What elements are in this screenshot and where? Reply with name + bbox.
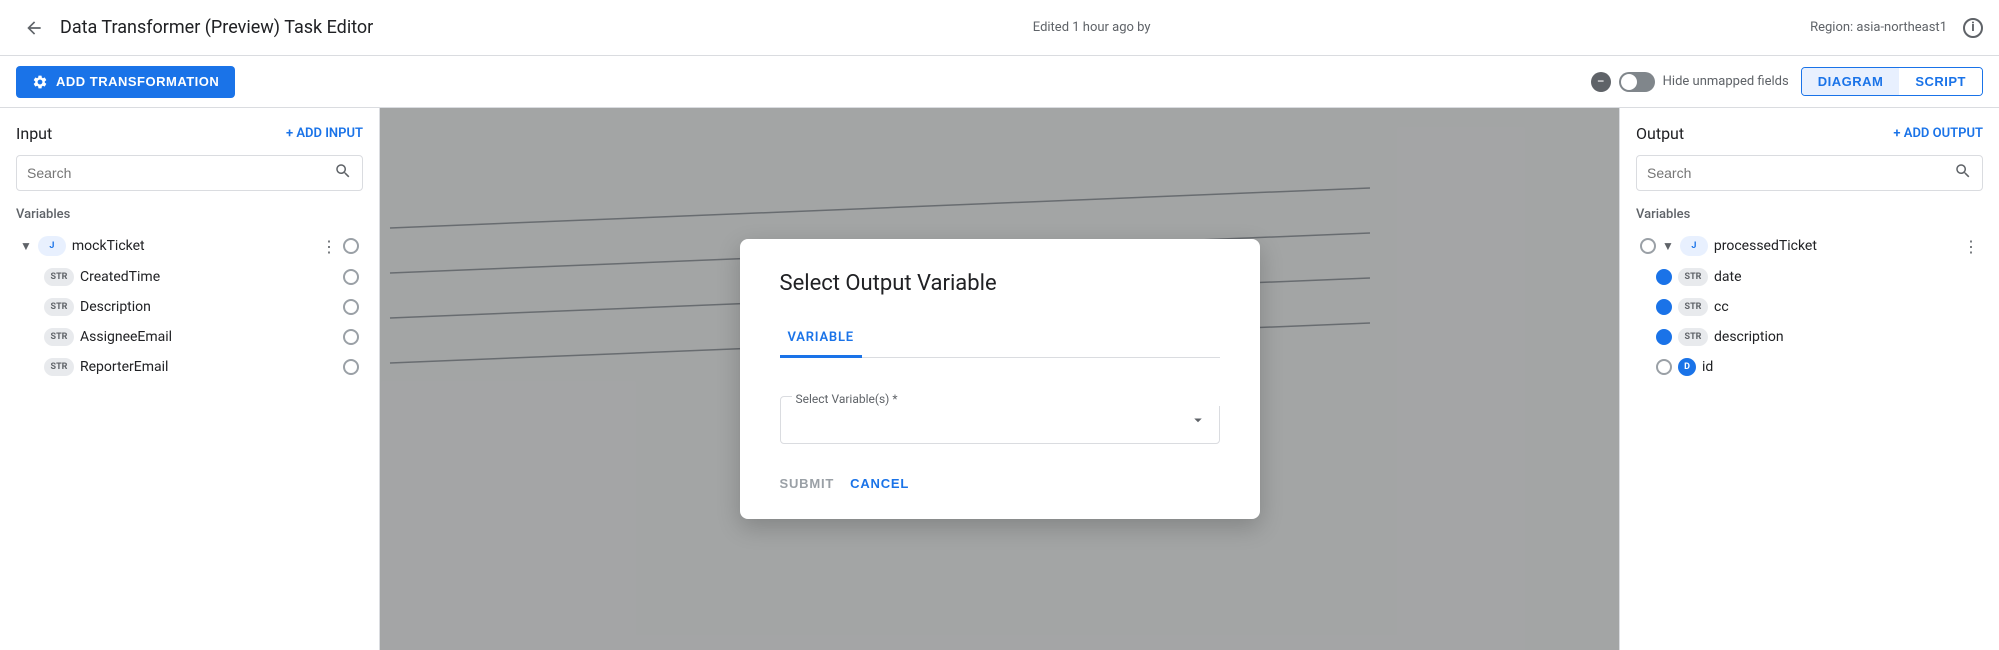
header: Data Transformer (Preview) Task Editor E…: [0, 0, 1999, 56]
str-badge-assigneeemail: STR: [44, 328, 74, 346]
page-title: Data Transformer (Preview) Task Editor: [60, 17, 373, 38]
submit-button[interactable]: SUBMIT: [780, 476, 835, 491]
str-badge-reporteremail: STR: [44, 358, 74, 376]
var-parent-processedticket: ▼ J processedTicket ⋮: [1636, 230, 1983, 262]
input-variables-label: Variables: [16, 207, 363, 222]
connector-dot-mockticket[interactable]: [343, 238, 359, 254]
variable-tab[interactable]: VARIABLE: [780, 320, 862, 358]
connector-dot-description-right[interactable]: [1656, 329, 1672, 345]
var-name-assigneeemail: AssigneeEmail: [80, 329, 337, 345]
add-output-button[interactable]: + ADD OUTPUT: [1893, 126, 1983, 141]
back-button[interactable]: [16, 10, 52, 46]
output-title: Output: [1636, 124, 1684, 143]
select-variables-label: Select Variable(s) *: [792, 392, 1232, 406]
main-content: Input + ADD INPUT Variables ▼ J mockTick…: [0, 108, 1999, 650]
str-badge-description: STR: [44, 298, 74, 316]
view-toggle: DIAGRAM SCRIPT: [1801, 67, 1983, 96]
search-icon: [334, 162, 352, 184]
add-transformation-button[interactable]: ADD TRANSFORMATION: [16, 66, 235, 98]
hide-unmapped-label: Hide unmapped fields: [1663, 74, 1789, 89]
var-parent-mockticket: ▼ J mockTicket ⋮: [16, 230, 363, 262]
dropdown-chevron-icon: [1189, 411, 1207, 429]
center-canvas: Select Output Variable VARIABLE Select V…: [380, 108, 1619, 650]
connector-dot-cc[interactable]: [1656, 299, 1672, 315]
input-title: Input: [16, 124, 52, 143]
chevron-icon[interactable]: ▼: [20, 239, 32, 253]
chevron-right-icon[interactable]: ▼: [1662, 239, 1674, 253]
hide-unmapped-toggle: − Hide unmapped fields: [1591, 72, 1789, 92]
connector-dot-description[interactable]: [343, 299, 359, 315]
var-name-reporteremail: ReporterEmail: [80, 359, 337, 375]
modal-overlay: Select Output Variable VARIABLE Select V…: [380, 108, 1619, 650]
search-icon-right: [1954, 162, 1972, 184]
type-badge-j-right: J: [1680, 236, 1708, 256]
add-transformation-label: ADD TRANSFORMATION: [56, 74, 219, 89]
connector-dot-date[interactable]: [1656, 269, 1672, 285]
output-variables-label: Variables: [1636, 207, 1983, 222]
var-child-description-right: STR description: [1636, 322, 1983, 352]
var-child-id: D id: [1636, 352, 1983, 382]
var-name-id: id: [1702, 359, 1979, 375]
var-child-assigneeemail: STR AssigneeEmail: [16, 322, 363, 352]
select-variables-field: Select Variable(s) *: [780, 382, 1220, 444]
header-right: Region: asia-northeast1 i: [1810, 18, 1983, 38]
minus-icon: −: [1591, 72, 1611, 92]
connector-dot-assigneeemail[interactable]: [343, 329, 359, 345]
diagram-button[interactable]: DIAGRAM: [1802, 68, 1900, 95]
var-child-date: STR date: [1636, 262, 1983, 292]
input-search-box: [16, 155, 363, 191]
str-badge-date: STR: [1678, 268, 1708, 286]
toolbar: ADD TRANSFORMATION − Hide unmapped field…: [0, 56, 1999, 108]
info-icon[interactable]: i: [1963, 18, 1983, 38]
var-child-cc: STR cc: [1636, 292, 1983, 322]
output-panel-header: Output + ADD OUTPUT: [1636, 124, 1983, 143]
var-name-mockticket: mockTicket: [72, 238, 315, 254]
type-badge-j: J: [38, 236, 66, 256]
connector-dot-processedticket-left[interactable]: [1640, 238, 1656, 254]
var-name-description: Description: [80, 299, 337, 315]
var-child-createdtime: STR CreatedTime: [16, 262, 363, 292]
more-options-icon[interactable]: ⋮: [321, 237, 337, 256]
input-panel-header: Input + ADD INPUT: [16, 124, 363, 143]
connector-dot-reporteremail[interactable]: [343, 359, 359, 375]
toolbar-right: − Hide unmapped fields DIAGRAM SCRIPT: [1591, 67, 1983, 96]
str-badge-createdtime: STR: [44, 268, 74, 286]
modal-title: Select Output Variable: [780, 271, 1220, 296]
var-child-description: STR Description: [16, 292, 363, 322]
var-name-description-right: description: [1714, 329, 1979, 345]
edit-status: Edited 1 hour ago by: [373, 20, 1810, 35]
str-badge-description-right: STR: [1678, 328, 1708, 346]
var-child-reporteremail: STR ReporterEmail: [16, 352, 363, 382]
output-search-input[interactable]: [1647, 165, 1954, 181]
output-search-box: [1636, 155, 1983, 191]
d-badge-id: D: [1678, 358, 1696, 376]
more-options-icon-right[interactable]: ⋮: [1963, 237, 1979, 256]
toggle-switch[interactable]: [1619, 72, 1655, 92]
var-name-date: date: [1714, 269, 1979, 285]
script-button[interactable]: SCRIPT: [1899, 68, 1982, 95]
output-panel: Output + ADD OUTPUT Variables ▼ J proces…: [1619, 108, 1999, 650]
add-input-button[interactable]: + ADD INPUT: [286, 126, 363, 141]
modal-actions: SUBMIT CANCEL: [780, 468, 1220, 491]
region-label: Region: asia-northeast1: [1810, 20, 1947, 35]
var-name-createdtime: CreatedTime: [80, 269, 337, 285]
input-search-input[interactable]: [27, 165, 334, 181]
gear-icon: [32, 74, 48, 90]
var-name-processedticket: processedTicket: [1714, 238, 1957, 254]
select-output-variable-modal: Select Output Variable VARIABLE Select V…: [740, 239, 1260, 519]
str-badge-cc: STR: [1678, 298, 1708, 316]
connector-dot-createdtime[interactable]: [343, 269, 359, 285]
var-name-cc: cc: [1714, 299, 1979, 315]
modal-tabs: VARIABLE: [780, 320, 1220, 358]
input-panel: Input + ADD INPUT Variables ▼ J mockTick…: [0, 108, 380, 650]
cancel-button[interactable]: CANCEL: [850, 476, 909, 491]
connector-dot-id[interactable]: [1656, 359, 1672, 375]
